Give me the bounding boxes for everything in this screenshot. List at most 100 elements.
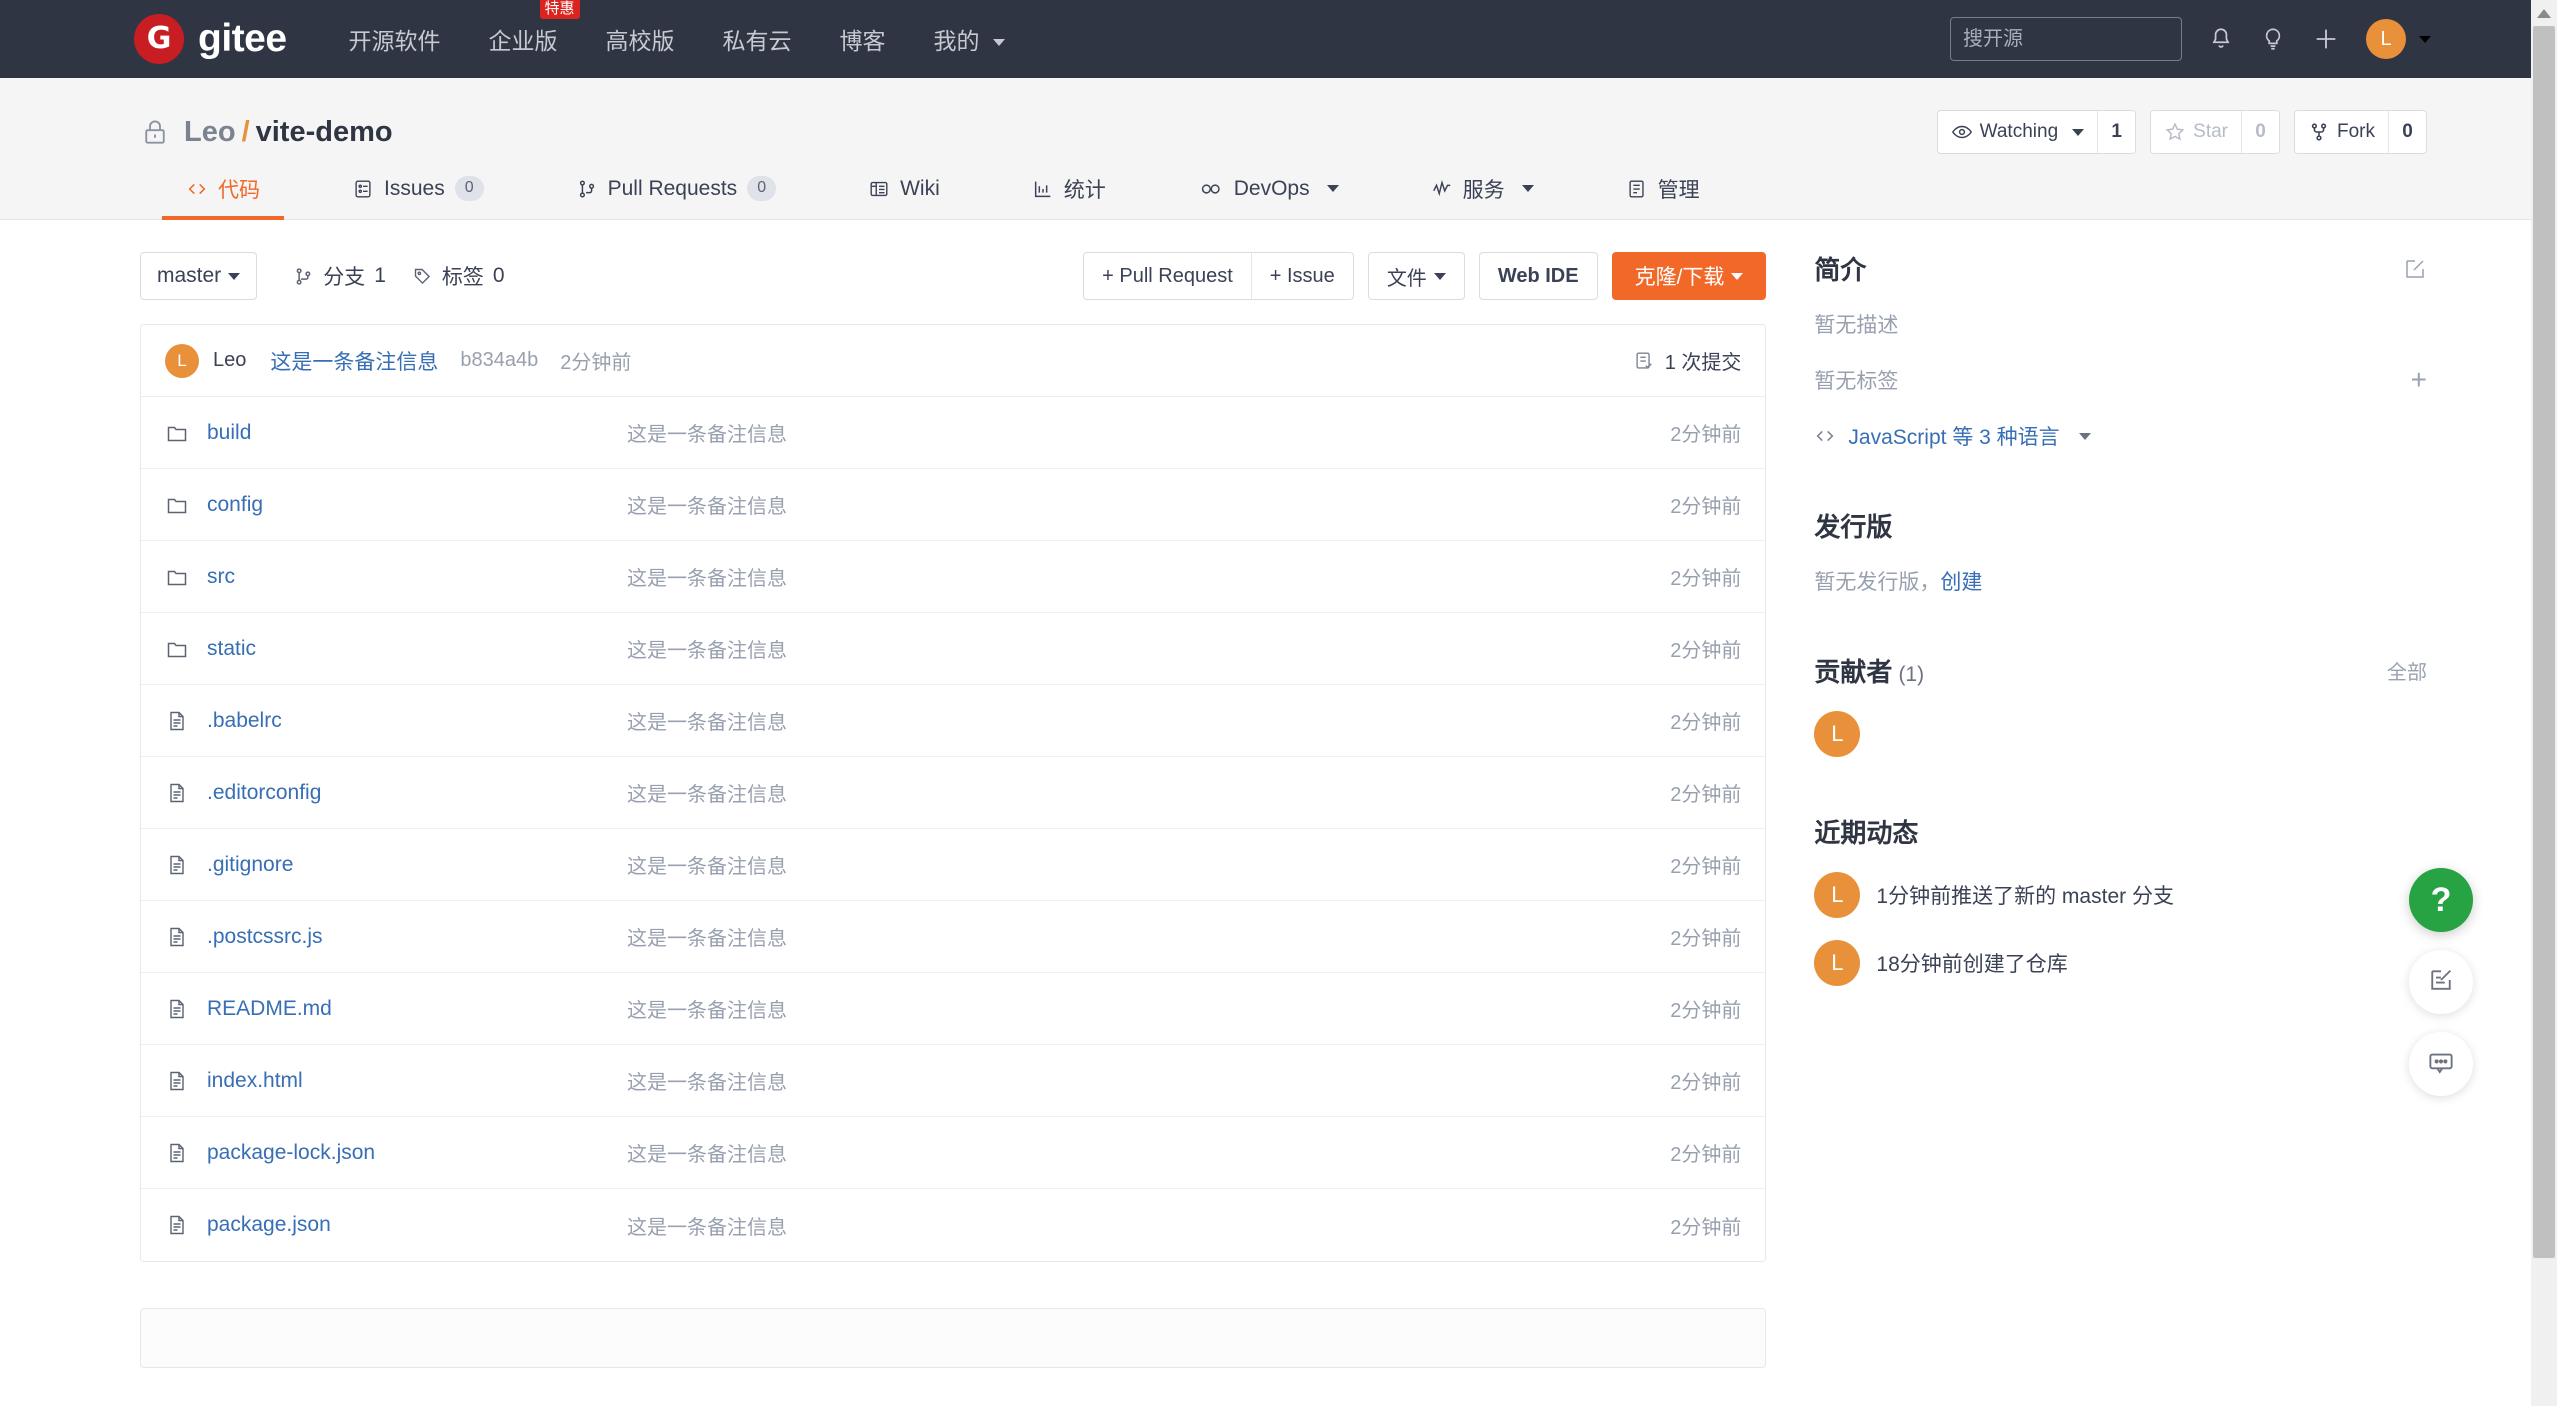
avatar[interactable]: L [1814,711,1861,757]
star-count[interactable]: 0 [2241,111,2279,153]
file-name[interactable]: .postcssrc.js [207,925,627,949]
nav-item-enterprise[interactable]: 企业版 特惠 [487,0,580,60]
chat-fab[interactable] [2409,1032,2473,1096]
file-name[interactable]: build [207,421,627,445]
file-name[interactable]: static [207,637,627,661]
file-name[interactable]: package.json [207,1213,627,1237]
commit-message[interactable]: 这是一条备注信息 [270,346,438,376]
activity-item: L 18分钟前创建了仓库 [1814,940,2427,986]
scrollbar-thumb[interactable] [2533,26,2555,1258]
file-commit-message: 这是一条备注信息 [627,640,787,662]
file-commit-message: 这是一条备注信息 [627,1144,787,1166]
file-row[interactable]: config 这是一条备注信息 2分钟前 [141,469,1766,541]
feedback-fab[interactable] [2409,950,2473,1014]
file-row[interactable]: README.md 这是一条备注信息 2分钟前 [141,973,1766,1045]
tab-label: 代码 [218,178,260,202]
clone-download-button[interactable]: 克隆/下载 [1611,252,1767,300]
watch-count[interactable]: 1 [2097,111,2135,153]
lightbulb-idea-icon[interactable] [2260,26,2286,52]
vertical-scrollbar[interactable] [2531,0,2557,1406]
nav-item-label: 开源软件 [348,28,441,54]
star-button[interactable]: Star [2151,111,2241,153]
file-commit-message: 这是一条备注信息 [627,1072,787,1094]
fork-button-group[interactable]: Fork 0 [2294,110,2427,154]
commit-count-link[interactable]: 1 次提交 [1633,346,1741,375]
file-name[interactable]: README.md [207,997,627,1021]
file-name[interactable]: .babelrc [207,709,627,733]
commit-sha[interactable]: b834a4b [460,349,538,372]
fork-count[interactable]: 0 [2388,111,2426,153]
repo-owner-link[interactable]: Leo [184,116,236,148]
tab-services[interactable]: 服务 [1385,158,1580,219]
tab-devops[interactable]: DevOps [1152,158,1385,219]
create-release-link[interactable]: 创建 [1940,566,1982,596]
repo-name-link[interactable]: vite-demo [256,116,393,148]
files-menu-button[interactable]: 文件 [1367,252,1465,300]
file-row[interactable]: build 这是一条备注信息 2分钟前 [141,397,1766,469]
promo-badge: 特惠 [539,0,580,20]
languages-row[interactable]: JavaScript 等 3 种语言 [1814,421,2427,451]
file-row[interactable]: .postcssrc.js 这是一条备注信息 2分钟前 [141,901,1766,973]
file-name[interactable]: config [207,493,627,517]
file-row[interactable]: src 这是一条备注信息 2分钟前 [141,541,1766,613]
about-description-text: 暂无描述 [1814,314,1899,337]
new-pull-request-button[interactable]: + Pull Request [1084,253,1251,299]
help-fab[interactable]: ? [2409,868,2473,932]
star-button-group[interactable]: Star 0 [2150,110,2280,154]
tab-count: 0 [454,176,484,201]
nav-item-private-cloud[interactable]: 私有云 [721,18,794,60]
file-name[interactable]: .editorconfig [207,781,627,805]
repository-actions: Watching 1 Star 0 Fork 0 [1936,110,2427,154]
file-icon [165,1213,195,1237]
tab-pull-requests[interactable]: Pull Requests 0 [530,158,822,219]
notifications-bell-icon[interactable] [2208,26,2234,52]
about-tags: 暂无标签 + [1814,365,2427,395]
file-row[interactable]: .gitignore 这是一条备注信息 2分钟前 [141,829,1766,901]
tab-wiki[interactable]: Wiki [822,158,986,219]
file-name[interactable]: src [207,565,627,589]
avatar[interactable]: L [1814,940,1861,986]
tab-manage[interactable]: 管理 [1580,158,1746,219]
file-row[interactable]: static 这是一条备注信息 2分钟前 [141,613,1766,685]
tab-issues[interactable]: Issues 0 [306,158,530,219]
file-time: 2分钟前 [1670,496,1742,518]
chat-bubble-icon [2426,1047,2456,1082]
search-input[interactable] [1950,17,2182,61]
add-tag-icon[interactable]: + [2411,366,2427,394]
scrollbar-up-button[interactable] [2531,0,2557,26]
add-new-icon[interactable] [2312,25,2340,53]
tags-link[interactable]: 标签 0 [412,261,505,291]
file-row[interactable]: index.html 这是一条备注信息 2分钟前 [141,1045,1766,1117]
file-name[interactable]: .gitignore [207,853,627,877]
file-row[interactable]: .editorconfig 这是一条备注信息 2分钟前 [141,757,1766,829]
file-row[interactable]: package-lock.json 这是一条备注信息 2分钟前 [141,1117,1766,1189]
tab-statistics[interactable]: 统计 [986,158,1152,219]
watch-label: Watching [1979,121,2059,142]
chevron-down-icon [2072,128,2085,136]
edit-about-icon[interactable] [2403,257,2427,281]
fork-button[interactable]: Fork [2295,111,2388,153]
nav-item-university[interactable]: 高校版 [604,18,677,60]
tab-code[interactable]: 代码 [140,158,306,220]
file-row[interactable]: package.json 这是一条备注信息 2分钟前 [141,1189,1766,1261]
branch-selector[interactable]: master [140,252,258,300]
branches-link[interactable]: 分支 1 [293,261,386,291]
nav-item-blog[interactable]: 博客 [838,18,888,60]
file-name[interactable]: package-lock.json [207,1141,627,1165]
repo-separator: / [241,115,250,148]
gitee-logo[interactable]: G gitee [134,14,287,64]
file-name[interactable]: index.html [207,1069,627,1093]
nav-item-mine[interactable]: 我的 [932,18,1007,60]
contributors-all-link[interactable]: 全部 [2387,656,2427,685]
nav-item-opensource[interactable]: 开源软件 [347,18,443,60]
commit-author[interactable]: Leo [213,349,246,372]
contributors-count: (1) [1898,663,1925,686]
new-issue-button[interactable]: + Issue [1250,253,1353,299]
file-row[interactable]: .babelrc 这是一条备注信息 2分钟前 [141,685,1766,757]
readme-panel [140,1308,1767,1368]
watch-button-group[interactable]: Watching 1 [1936,110,2137,154]
watch-button[interactable]: Watching [1938,111,2098,153]
web-ide-button[interactable]: Web IDE [1478,252,1598,300]
user-menu[interactable]: L [2366,19,2431,59]
avatar[interactable]: L [1814,872,1861,918]
